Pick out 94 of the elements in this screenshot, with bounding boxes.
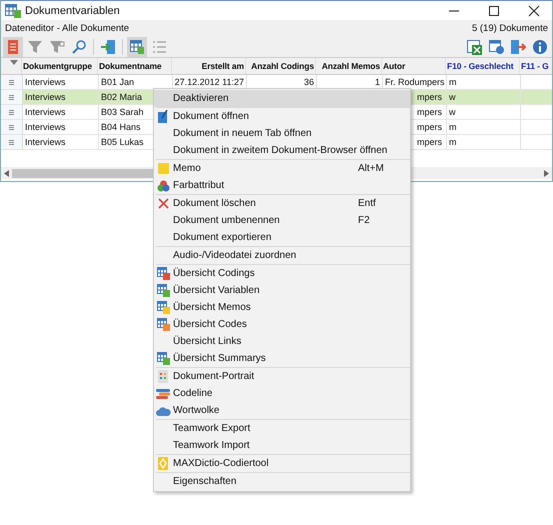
maximize-icon[interactable] (488, 4, 500, 16)
color-grid-icon (158, 370, 168, 383)
menu-item[interactable]: Audio-/Videodatei zuordnen (154, 247, 410, 264)
row-handle-icon[interactable] (9, 110, 14, 114)
document-button[interactable] (3, 36, 23, 56)
view-title: Dateneditor - Alle Dokumente (5, 22, 130, 34)
table-cell: m (449, 137, 456, 147)
menu-item[interactable]: Übersicht Links (154, 333, 410, 350)
menu-item[interactable]: Übersicht Memos (154, 299, 410, 316)
table-cell: Interviews (25, 107, 66, 117)
row-handle-icon[interactable] (9, 80, 14, 84)
column-header[interactable]: Anzahl Memos (322, 61, 380, 71)
table-icon (156, 352, 170, 365)
menu-item[interactable]: Teamwork Export (154, 420, 410, 437)
table-cell: B04 Hans (101, 122, 141, 132)
table-cell: m (449, 77, 456, 87)
table-cell: B03 Sarah (101, 107, 144, 117)
column-header[interactable]: Erstellt am (202, 61, 244, 71)
menu-item[interactable]: Memo Alt+M (154, 160, 410, 177)
table-cell: mpers (416, 137, 442, 147)
menu-item[interactable]: Teamwork Import (154, 437, 410, 454)
menu-item[interactable]: Dokument löschen Entf (154, 195, 410, 212)
table-cell: m (449, 122, 456, 132)
filter-icon (27, 38, 43, 54)
table-cell: 27.12.2012 11:27 (174, 77, 244, 87)
menu-item[interactable]: Wortwolke (154, 402, 410, 419)
scroll-left-icon[interactable] (4, 170, 9, 176)
table-cell: Interviews (25, 122, 66, 132)
table-cell: mpers (416, 107, 442, 117)
table-cell: 1 (374, 77, 380, 87)
column-header[interactable]: Dokumentname (99, 61, 162, 71)
table-icon (156, 267, 170, 280)
table-icon (156, 284, 170, 297)
codeline-icon (156, 388, 170, 398)
search-icon (71, 38, 87, 54)
document-count: 5 (19) Dokumente (472, 22, 548, 34)
table-button[interactable] (127, 36, 147, 56)
table-cell: Interviews (25, 77, 66, 87)
delete-icon (158, 198, 168, 209)
export-icon (510, 38, 526, 54)
menu-item[interactable]: Dokument in neuem Tab öffnen (154, 125, 410, 142)
table-cell: w (449, 92, 456, 102)
window-title: Dokumentvariablen (25, 4, 120, 16)
edit-icon (158, 110, 168, 123)
close-icon[interactable] (528, 4, 540, 16)
menu-item[interactable]: Dokument in zweitem Dokument-Browser öffnen (154, 142, 410, 159)
table-icon (5, 4, 21, 18)
menu-item[interactable]: Dokument umbenennen F2 (154, 212, 410, 229)
color-circles-icon (156, 180, 170, 192)
filter-settings-icon (49, 38, 65, 54)
table-icon (129, 38, 145, 54)
table-cell: w (449, 107, 456, 117)
import-icon (100, 38, 116, 54)
table-cell: Fr. Rodumpers (385, 77, 445, 87)
column-header[interactable]: Dokumentgruppe (23, 61, 92, 71)
column-header[interactable]: Anzahl Codings (251, 61, 314, 71)
menu-item[interactable]: Übersicht Codes (154, 316, 410, 333)
list-icon (151, 38, 167, 54)
row-handle-icon[interactable] (9, 124, 14, 130)
document-icon (5, 38, 21, 54)
dropdown-icon[interactable] (10, 60, 18, 65)
column-header[interactable]: Autor (383, 61, 406, 71)
menu-item[interactable]: Farbattribut (154, 177, 410, 194)
table-cell: 36 (304, 77, 314, 87)
column-header[interactable]: F10 - Geschlecht (447, 61, 514, 71)
menu-item[interactable]: Dokument exportieren (154, 229, 410, 246)
menu-item[interactable]: MAXDictio-Codiertool (154, 455, 410, 472)
excel-icon (466, 38, 482, 54)
memo-icon (158, 163, 168, 174)
menu-item[interactable]: Eigenschaften (154, 473, 410, 490)
menu-item[interactable]: Codeline (154, 385, 410, 402)
table-export-icon (488, 38, 504, 54)
menu-item[interactable]: Übersicht Codings (154, 265, 410, 282)
table-cell: B05 Lukas (101, 137, 144, 147)
table-cell: mpers (416, 122, 442, 132)
table-icon (156, 318, 170, 331)
row-handle-icon[interactable] (9, 94, 14, 100)
table-cell: B01 Jan (101, 77, 134, 87)
table-icon (156, 301, 170, 314)
cloud-icon (156, 406, 170, 416)
menu-item[interactable]: Übersicht Summarys (154, 350, 410, 367)
menu-item[interactable]: Dokument-Portrait (154, 368, 410, 385)
scroll-right-icon[interactable] (544, 170, 549, 176)
column-header[interactable]: F11 - G (521, 61, 549, 71)
table-cell: B02 Maria (101, 92, 142, 102)
table-cell: mpers (416, 92, 442, 102)
menu-item[interactable]: Übersicht Variablen (154, 282, 410, 299)
table-cell: Interviews (25, 137, 66, 147)
table-cell: Interviews (25, 92, 66, 102)
row-handle-icon[interactable] (9, 140, 14, 144)
info-icon (532, 38, 548, 54)
dictio-tool-icon (158, 457, 168, 470)
menu-item[interactable]: Dokument öffnen (154, 108, 410, 125)
menu-item[interactable]: Deaktivieren (154, 90, 410, 107)
